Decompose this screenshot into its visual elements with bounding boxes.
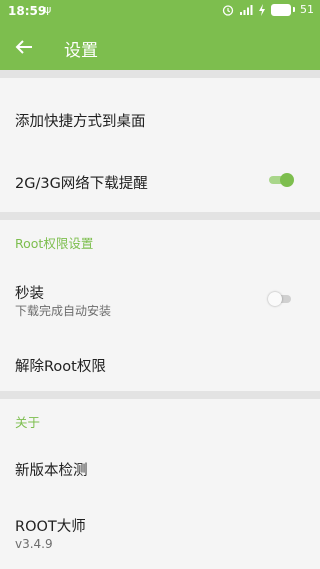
add-shortcut-label: 添加快捷方式到桌面	[15, 114, 146, 130]
status-bar: 18:59 ψ 51	[0, 0, 320, 24]
section-divider	[0, 70, 320, 78]
quick-install-label: 秒装	[15, 286, 44, 302]
about-section-header: 关于	[15, 415, 41, 430]
check-update-label: 新版本检测	[15, 463, 88, 479]
battery-icon	[271, 3, 295, 16]
arrow-left-icon[interactable]	[12, 35, 36, 59]
page-title: 设置	[64, 41, 98, 61]
usb-icon: ψ	[44, 3, 52, 16]
quick-install-item[interactable]: 秒装 下载完成自动安装	[0, 270, 320, 328]
check-update-item[interactable]: 新版本检测	[0, 440, 320, 496]
battery-level: 51	[300, 3, 314, 16]
alarm-icon	[222, 4, 234, 16]
network-reminder-item[interactable]: 2G/3G网络下载提醒	[0, 146, 320, 210]
quick-install-switch[interactable]	[268, 292, 294, 306]
app-info-item[interactable]: ROOT大师 v3.4.9	[0, 505, 320, 565]
root-section-header: Root权限设置	[15, 236, 94, 251]
remove-root-item[interactable]: 解除Root权限	[0, 336, 320, 390]
status-icons: 51	[222, 3, 314, 16]
network-reminder-label: 2G/3G网络下载提醒	[15, 176, 148, 192]
quick-install-subtitle: 下载完成自动安装	[15, 304, 112, 318]
section-divider	[0, 391, 320, 399]
network-reminder-switch[interactable]	[268, 173, 294, 187]
signal-icon	[240, 4, 253, 15]
add-shortcut-item[interactable]: 添加快捷方式到桌面	[0, 78, 320, 142]
status-time: 18:59	[8, 4, 47, 18]
remove-root-label: 解除Root权限	[15, 359, 106, 375]
app-bar: 设置	[0, 24, 320, 70]
app-version-label: v3.4.9	[15, 537, 53, 551]
app-name-label: ROOT大师	[15, 519, 86, 535]
section-divider	[0, 212, 320, 220]
charging-icon	[259, 3, 265, 16]
